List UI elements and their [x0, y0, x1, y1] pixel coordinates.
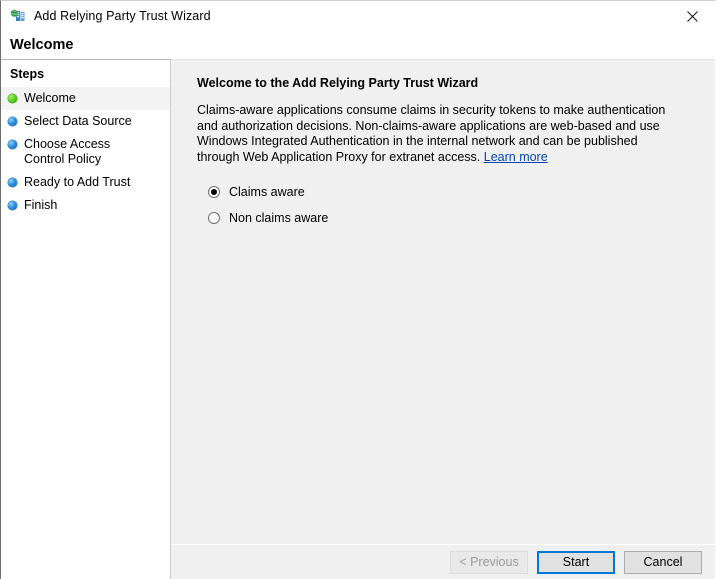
content-wrap: Welcome to the Add Relying Party Trust W… [171, 59, 715, 579]
sidebar-item-ready-to-add-trust[interactable]: Ready to Add Trust [1, 171, 170, 194]
sidebar-item-label: Welcome [24, 91, 76, 106]
content-heading: Welcome to the Add Relying Party Trust W… [197, 76, 695, 90]
steps-header: Steps [1, 60, 170, 87]
learn-more-link[interactable]: Learn more [484, 150, 548, 164]
page-title: Welcome [10, 37, 73, 53]
step-bullet-icon [8, 140, 17, 149]
radio-claims-aware[interactable]: Claims aware [197, 185, 695, 199]
claims-awareness-radio-group: Claims aware Non claims aware [197, 185, 695, 225]
step-bullet-icon [8, 117, 17, 126]
content-panel: Welcome to the Add Relying Party Trust W… [171, 59, 715, 544]
sidebar-item-label: Ready to Add Trust [24, 175, 130, 190]
sidebar-item-label: Finish [24, 198, 57, 213]
start-button[interactable]: Start [537, 551, 615, 574]
wizard-window: Add Relying Party Trust Wizard Welcome S… [0, 0, 716, 579]
cancel-button[interactable]: Cancel [624, 551, 702, 574]
window-controls [670, 1, 715, 31]
steps-sidebar: Steps Welcome Select Data Source Choose … [1, 59, 171, 579]
paragraph-text: Claims-aware applications consume claims… [197, 103, 665, 164]
radio-non-claims-aware[interactable]: Non claims aware [197, 211, 695, 225]
body-split: Steps Welcome Select Data Source Choose … [1, 59, 715, 579]
radio-label: Non claims aware [229, 211, 328, 225]
radio-indicator-icon [208, 186, 220, 198]
titlebar-title: Add Relying Party Trust Wizard [34, 9, 211, 23]
step-bullet-icon [8, 178, 17, 187]
radio-label: Claims aware [229, 185, 305, 199]
titlebar: Add Relying Party Trust Wizard [1, 1, 715, 31]
footer-button-bar: < Previous Start Cancel [171, 544, 715, 579]
close-icon[interactable] [670, 1, 715, 31]
sidebar-item-finish[interactable]: Finish [1, 194, 170, 217]
sidebar-item-choose-access-control-policy[interactable]: Choose Access Control Policy [1, 133, 170, 171]
radio-indicator-icon [208, 212, 220, 224]
sidebar-item-label: Choose Access Control Policy [24, 137, 144, 167]
sidebar-item-label: Select Data Source [24, 114, 132, 129]
previous-button[interactable]: < Previous [450, 551, 528, 574]
sidebar-item-select-data-source[interactable]: Select Data Source [1, 110, 170, 133]
step-bullet-icon [8, 94, 17, 103]
page-header: Welcome [1, 31, 715, 59]
server-globe-icon [10, 8, 26, 24]
content-paragraph: Claims-aware applications consume claims… [197, 103, 667, 165]
sidebar-item-welcome[interactable]: Welcome [1, 87, 170, 110]
step-bullet-icon [8, 201, 17, 210]
